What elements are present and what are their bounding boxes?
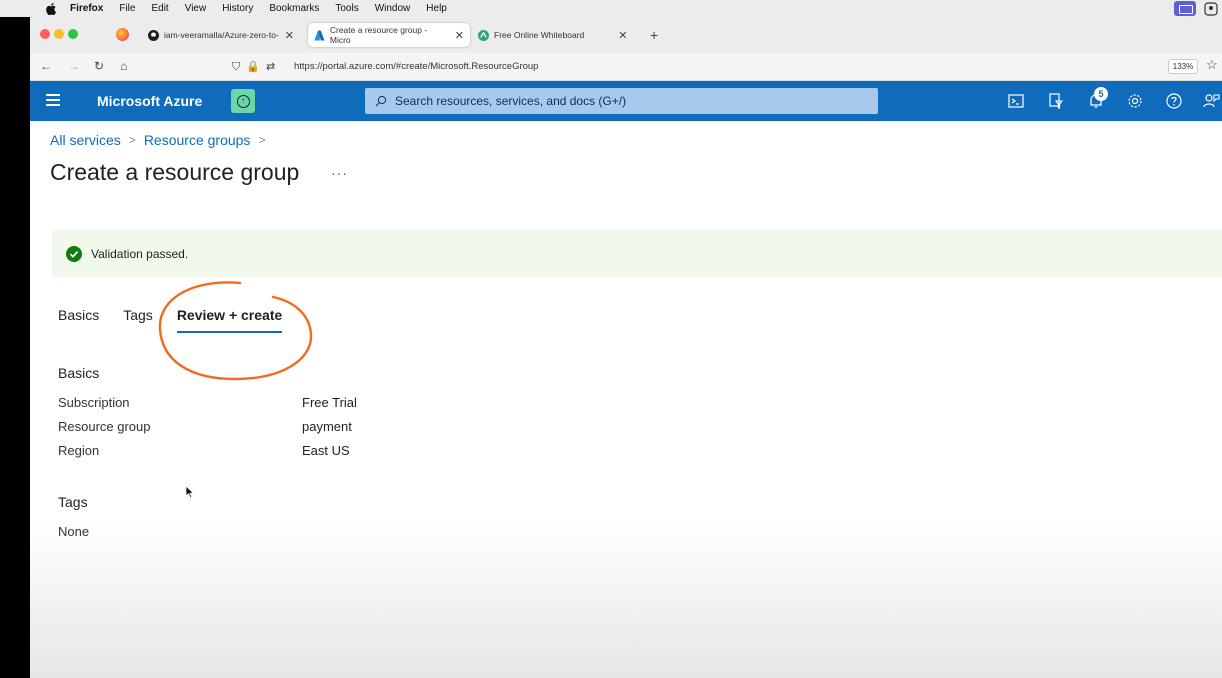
section-basics-heading: Basics [58,365,100,381]
apple-icon[interactable] [44,2,58,15]
field-value-subscription: Free Trial [302,395,357,410]
search-icon [375,95,387,107]
mouse-cursor-icon [185,485,195,499]
close-icon[interactable]: ✕ [455,29,464,42]
screen-record-icon[interactable] [1174,1,1196,16]
left-black-strip [0,0,30,678]
menu-help[interactable]: Help [426,3,447,14]
settings-gear-icon[interactable] [1126,92,1144,110]
search-placeholder: Search resources, services, and docs (G+… [395,94,627,108]
global-search-input[interactable]: Search resources, services, and docs (G+… [365,88,878,114]
forward-arrow-icon[interactable]: → [68,59,80,73]
notification-count-badge: 5 [1094,87,1108,101]
feedback-person-icon[interactable] [1202,92,1220,110]
field-label-resource-group: Resource group [58,419,151,434]
tags-value: None [58,524,90,539]
breadcrumb: All services > Resource groups > [50,132,273,148]
tab-title: iam-veeramalla/Azure-zero-to- [164,30,279,40]
zoom-level-badge[interactable]: 133% [1168,59,1198,74]
chevron-right-icon: > [258,133,266,147]
mac-menu-bar: Firefox File Edit View History Bookmarks… [0,0,1222,17]
menu-bookmarks[interactable]: Bookmarks [269,3,319,14]
address-bar[interactable]: https://portal.azure.com/#create/Microso… [294,61,538,72]
browser-tab-bar: iam-veeramalla/Azure-zero-to- ✕ Create a… [30,17,1222,53]
field-label-subscription: Subscription [58,395,130,410]
browser-tab-azure[interactable]: Create a resource group - Micro ✕ [308,23,470,47]
menu-window[interactable]: Window [375,3,411,14]
user-status-icon[interactable] [1204,1,1218,16]
wizard-tabs: Basics Tags Review + create [58,307,306,337]
main-content: All services > Resource groups > Create … [30,121,1222,678]
arrow-up-circle-icon: ↑ [236,94,250,108]
upgrade-button[interactable]: ↑ [231,89,255,113]
hamburger-menu-icon[interactable] [46,94,60,106]
back-arrow-icon[interactable]: ← [40,59,52,73]
window-minimize-button[interactable] [54,29,64,39]
new-tab-button[interactable]: + [650,27,658,43]
close-icon[interactable]: ✕ [285,29,294,42]
more-options-button[interactable]: ··· [331,165,348,181]
whiteboard-icon [478,29,489,41]
field-value-region: East US [302,443,350,458]
menu-history[interactable]: History [222,3,253,14]
page-title: Create a resource group [50,159,300,185]
browser-window: iam-veeramalla/Azure-zero-to- ✕ Create a… [30,17,1222,678]
hand-drawn-circle-annotation [158,281,313,381]
tab-title: Free Online Whiteboard [494,30,585,40]
bookmark-star-icon[interactable]: ☆ [1206,57,1218,73]
home-icon[interactable]: ⌂ [120,59,127,73]
checkmark-circle-icon [66,245,82,262]
reload-icon[interactable]: ↻ [94,59,104,73]
azure-top-bar: Microsoft Azure ↑ Search resources, serv… [30,81,1222,121]
window-close-button[interactable] [40,29,50,39]
firefox-view-icon[interactable] [116,28,129,41]
tab-basics[interactable]: Basics [58,307,99,337]
cloud-shell-icon[interactable] [1007,92,1025,110]
breadcrumb-resource-groups[interactable]: Resource groups [144,132,251,148]
chevron-right-icon: > [128,133,136,147]
field-value-resource-group: payment [302,419,352,434]
url-security-icons[interactable]: ⛉🔒⇄ [232,60,281,74]
browser-tab-whiteboard[interactable]: Free Online Whiteboard ✕ [478,23,638,47]
menu-app-firefox[interactable]: Firefox [70,3,103,14]
tab-tags[interactable]: Tags [123,307,153,337]
menu-edit[interactable]: Edit [151,3,168,14]
section-tags-heading: Tags [58,494,88,510]
menu-file[interactable]: File [119,3,135,14]
azure-icon [314,30,325,40]
menu-view[interactable]: View [185,3,207,14]
validation-banner: Validation passed. [52,230,1222,277]
field-label-region: Region [58,443,100,458]
github-icon [148,29,159,41]
menu-tools[interactable]: Tools [335,3,358,14]
azure-brand[interactable]: Microsoft Azure [97,93,202,109]
breadcrumb-all-services[interactable]: All services [50,132,121,148]
window-zoom-button[interactable] [68,29,78,39]
tab-review-create[interactable]: Review + create [176,307,283,337]
help-question-icon[interactable] [1165,92,1183,110]
directory-filter-icon[interactable] [1047,92,1065,110]
browser-nav-bar: ← → ↻ ⌂ ⛉🔒⇄ https://portal.azure.com/#cr… [30,53,1222,81]
tab-title: Create a resource group - Micro [329,25,428,45]
close-icon[interactable]: ✕ [618,29,627,42]
browser-tab-github[interactable]: iam-veeramalla/Azure-zero-to- ✕ [144,23,304,47]
validation-message: Validation passed. [91,246,189,261]
